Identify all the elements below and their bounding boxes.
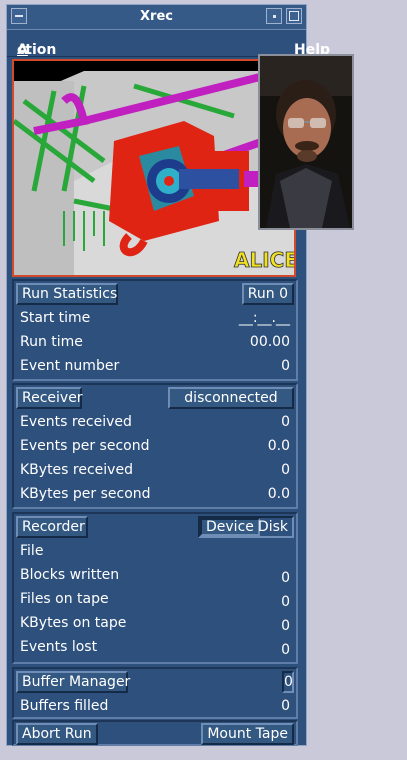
receiver-row: KBytes received 0 xyxy=(14,459,296,483)
abort-run-button[interactable]: Abort Run xyxy=(16,723,98,745)
blocks-written-label: Blocks written xyxy=(20,567,120,583)
run-statistics-button[interactable]: Run Statistics xyxy=(16,283,118,305)
start-time-label: Start time xyxy=(20,310,91,326)
user-photo xyxy=(258,54,354,230)
menu-bar: Action Help xyxy=(7,30,330,58)
run-time-value: 00.00 xyxy=(249,334,290,350)
buffer-manager-value: 0 xyxy=(282,671,294,693)
bottom-bar: Abort Run Mount Tape xyxy=(12,720,298,746)
events-received-label: Events received xyxy=(20,414,132,430)
receiver-status: disconnected xyxy=(168,387,294,409)
maximize-button[interactable] xyxy=(286,8,302,24)
mount-tape-button[interactable]: Mount Tape xyxy=(201,723,294,745)
events-per-second-label: Events per second xyxy=(20,438,150,454)
event-number-label: Event number xyxy=(20,358,120,374)
files-on-tape-value: 0 xyxy=(281,594,290,610)
events-lost-value: 0 xyxy=(281,642,290,658)
run-number-button[interactable]: Run 0 xyxy=(241,283,294,305)
stat-row: Start time __:__.__ xyxy=(14,307,296,331)
buffers-filled-label: Buffers filled xyxy=(20,698,109,714)
events-per-second-value: 0.0 xyxy=(267,438,290,454)
minimize-button[interactable] xyxy=(266,8,282,24)
buffer-manager-panel: Buffer Manager 0 Buffers filled 0 xyxy=(12,667,298,719)
title-bar[interactable]: Xrec xyxy=(7,5,306,30)
kbytes-on-tape-label: KBytes on tape xyxy=(20,615,127,631)
window-title: Xrec xyxy=(140,9,173,24)
stat-row: Run time 00.00 xyxy=(14,331,296,355)
recorder-row: File xyxy=(14,540,296,564)
receiver-panel: Receiver disconnected Events received 0 … xyxy=(12,383,298,509)
recorder-row: Blocks written 0 xyxy=(14,564,296,588)
recorder-panel: Recorder Device Disk File Blocks written… xyxy=(12,512,298,664)
file-label: File xyxy=(20,543,44,559)
start-time-value: __:__.__ xyxy=(238,310,290,326)
blocks-written-value: 0 xyxy=(281,570,290,586)
run-statistics-panel: Run Statistics Run 0 Start time __:__.__… xyxy=(12,279,298,381)
device-value: Disk xyxy=(257,519,288,535)
detector-image: ALICE xyxy=(12,59,298,281)
events-received-value: 0 xyxy=(281,414,290,430)
run-time-label: Run time xyxy=(20,334,83,350)
recorder-button[interactable]: Recorder xyxy=(16,516,88,538)
buffer-row: Buffers filled 0 xyxy=(14,695,296,719)
portrait-image xyxy=(260,56,352,228)
buffer-manager-button[interactable]: Buffer Manager xyxy=(16,671,130,693)
device-button[interactable]: Device xyxy=(200,518,260,536)
kbytes-on-tape-value: 0 xyxy=(281,618,290,634)
recorder-row: Events lost 0 xyxy=(14,636,296,660)
alice-logo: ALICE xyxy=(234,248,294,272)
files-on-tape-label: Files on tape xyxy=(20,591,109,607)
receiver-row: Events per second 0.0 xyxy=(14,435,296,459)
receiver-row: Events received 0 xyxy=(14,411,296,435)
events-lost-label: Events lost xyxy=(20,639,98,655)
recorder-row: Files on tape 0 xyxy=(14,588,296,612)
receiver-row: KBytes per second 0.0 xyxy=(14,483,296,507)
receiver-button[interactable]: Receiver xyxy=(16,387,83,409)
menu-action-label: ction xyxy=(17,42,57,58)
kbytes-received-value: 0 xyxy=(281,462,290,478)
device-selector: Device Disk xyxy=(198,516,294,538)
event-number-value: 0 xyxy=(281,358,290,374)
kbytes-received-label: KBytes received xyxy=(20,462,133,478)
kbytes-per-second-label: KBytes per second xyxy=(20,486,151,502)
recorder-row: KBytes on tape 0 xyxy=(14,612,296,636)
kbytes-per-second-value: 0.0 xyxy=(267,486,290,502)
alice-detector-illustration: ALICE xyxy=(12,61,298,281)
stat-row: Event number 0 xyxy=(14,355,296,379)
buffers-filled-value: 0 xyxy=(281,698,290,714)
